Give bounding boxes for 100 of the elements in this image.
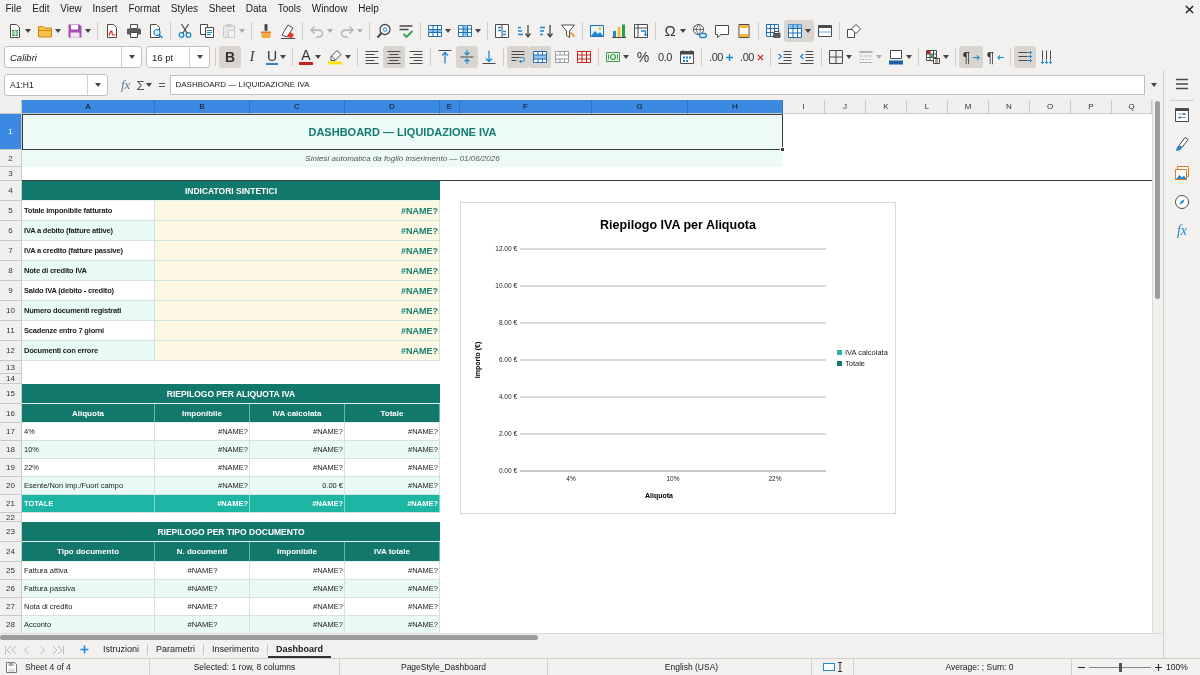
row-header[interactable]: 9 bbox=[0, 281, 22, 301]
number-format-button[interactable]: 0.0 bbox=[654, 46, 676, 68]
spreadsheet-document-icon[interactable] bbox=[7, 23, 23, 39]
row-header[interactable]: 3 bbox=[0, 167, 22, 181]
caret-icon[interactable] bbox=[680, 29, 686, 33]
row-header[interactable]: 17 bbox=[0, 423, 22, 441]
row-header[interactable]: 12 bbox=[0, 341, 22, 361]
fill-handle[interactable] bbox=[780, 147, 785, 152]
formula-input-field[interactable]: DASHBOARD — LIQUIDAZIONE IVA bbox=[170, 75, 1145, 95]
column-header[interactable]: N bbox=[989, 100, 1030, 114]
menu-item[interactable]: View bbox=[54, 2, 88, 16]
row-header[interactable]: 28 bbox=[0, 616, 22, 633]
row-header[interactable]: 6 bbox=[0, 221, 22, 241]
column-header[interactable]: D bbox=[345, 100, 440, 114]
caret-icon[interactable] bbox=[445, 29, 451, 33]
row-header[interactable]: 4 bbox=[0, 181, 22, 201]
caret-icon[interactable] bbox=[85, 29, 91, 33]
add-decimal-button[interactable]: .00 bbox=[705, 46, 736, 68]
column-header[interactable]: G bbox=[592, 100, 688, 114]
slider-thumb[interactable] bbox=[1118, 662, 1122, 672]
functions-button[interactable]: fx bbox=[1170, 220, 1194, 242]
table-format-icon[interactable] bbox=[925, 49, 941, 65]
row-header[interactable]: 1 bbox=[0, 114, 22, 150]
row-header[interactable]: 19 bbox=[0, 459, 22, 477]
close-icon[interactable] bbox=[1185, 4, 1194, 14]
menu-item[interactable]: Data bbox=[240, 2, 273, 16]
menu-item[interactable]: Help bbox=[352, 2, 385, 16]
freeze-rows-columns-button[interactable] bbox=[784, 20, 814, 42]
right-to-left-button[interactable]: ¶ bbox=[983, 46, 1007, 68]
sheet-tab[interactable]: Dashboard bbox=[268, 641, 332, 658]
row-header[interactable]: 27 bbox=[0, 598, 22, 616]
caret-icon[interactable] bbox=[55, 29, 61, 33]
grid-icon[interactable] bbox=[787, 23, 803, 39]
caret-icon[interactable] bbox=[623, 55, 629, 59]
caret-icon[interactable] bbox=[943, 55, 949, 59]
column-header[interactable]: F bbox=[460, 100, 592, 114]
sum-button[interactable]: Σ bbox=[133, 75, 156, 95]
menu-item[interactable]: Sheet bbox=[203, 2, 241, 16]
menu-item[interactable]: Window bbox=[306, 2, 353, 16]
column-header[interactable]: K bbox=[866, 100, 907, 114]
row-header[interactable]: 13 bbox=[0, 361, 22, 374]
row-header[interactable]: 21 bbox=[0, 495, 22, 513]
caret-icon[interactable] bbox=[280, 55, 286, 59]
menu-item[interactable]: File bbox=[0, 2, 27, 16]
caret-icon[interactable] bbox=[475, 29, 481, 33]
row-header[interactable]: 8 bbox=[0, 261, 22, 281]
caret-icon[interactable] bbox=[196, 55, 203, 59]
caret-icon[interactable] bbox=[315, 55, 321, 59]
row-header[interactable]: 24 bbox=[0, 542, 22, 562]
column-header[interactable]: L bbox=[907, 100, 948, 114]
frame-color-icon[interactable] bbox=[888, 49, 904, 65]
font-color-button[interactable]: A bbox=[296, 46, 324, 68]
column-header[interactable]: C bbox=[250, 100, 345, 114]
column-header[interactable]: A bbox=[22, 100, 155, 114]
caret-icon[interactable] bbox=[345, 55, 351, 59]
sheet-tab[interactable]: Inserimento bbox=[204, 641, 268, 658]
caret-icon[interactable] bbox=[94, 83, 101, 87]
column-header[interactable]: B bbox=[155, 100, 250, 114]
caret-icon[interactable] bbox=[846, 55, 852, 59]
menu-item[interactable]: Edit bbox=[26, 2, 55, 16]
row-header[interactable]: 20 bbox=[0, 477, 22, 495]
row-header[interactable]: 25 bbox=[0, 562, 22, 580]
column-header[interactable]: O bbox=[1030, 100, 1071, 114]
row-header[interactable]: 11 bbox=[0, 321, 22, 341]
rectangle-icon[interactable] bbox=[822, 663, 835, 671]
menu-item[interactable]: Tools bbox=[272, 2, 307, 16]
row-header[interactable]: 7 bbox=[0, 241, 22, 261]
caret-icon[interactable] bbox=[906, 55, 912, 59]
arrow-left-icon[interactable] bbox=[997, 53, 1004, 61]
menu-item[interactable]: Format bbox=[123, 2, 166, 16]
scrollbar-thumb[interactable] bbox=[1155, 101, 1160, 299]
delete-decimal-button[interactable]: .00 bbox=[736, 46, 767, 68]
row-header[interactable]: 5 bbox=[0, 201, 22, 221]
caret-icon[interactable] bbox=[1151, 83, 1157, 87]
scrollbar-thumb[interactable] bbox=[0, 635, 538, 640]
left-to-right-button[interactable]: ¶ bbox=[959, 46, 983, 68]
caret-icon[interactable] bbox=[146, 83, 153, 87]
column-header[interactable]: M bbox=[948, 100, 989, 114]
font-size-field[interactable]: 16 pt bbox=[146, 46, 210, 68]
column-header[interactable]: P bbox=[1071, 100, 1112, 114]
vertical-scrollbar[interactable] bbox=[1152, 100, 1163, 633]
column-header[interactable]: J bbox=[825, 100, 866, 114]
column-header[interactable]: Q bbox=[1112, 100, 1152, 114]
row-header[interactable]: 15 bbox=[0, 384, 22, 404]
caret-icon[interactable] bbox=[805, 29, 811, 33]
percent-format-button[interactable]: % bbox=[632, 46, 654, 68]
text-cursor-icon[interactable] bbox=[836, 662, 843, 672]
name-box-field[interactable]: A1:H1 bbox=[4, 74, 108, 96]
horizontal-scrollbar[interactable] bbox=[0, 633, 1163, 641]
function-wizard-button[interactable]: fx bbox=[118, 75, 134, 95]
marker-pen-icon[interactable] bbox=[327, 49, 343, 65]
column-header[interactable]: H bbox=[688, 100, 783, 114]
arrow-right-icon[interactable] bbox=[973, 53, 980, 61]
sheet-tab[interactable]: Istruzioni bbox=[95, 641, 147, 658]
row-header[interactable]: 10 bbox=[0, 301, 22, 321]
special-character-button[interactable]: Ω bbox=[659, 20, 689, 42]
column-header[interactable]: E bbox=[440, 100, 460, 114]
bold-button[interactable]: B bbox=[219, 46, 241, 68]
cross-icon[interactable] bbox=[757, 53, 764, 61]
row-header[interactable]: 2 bbox=[0, 150, 22, 167]
